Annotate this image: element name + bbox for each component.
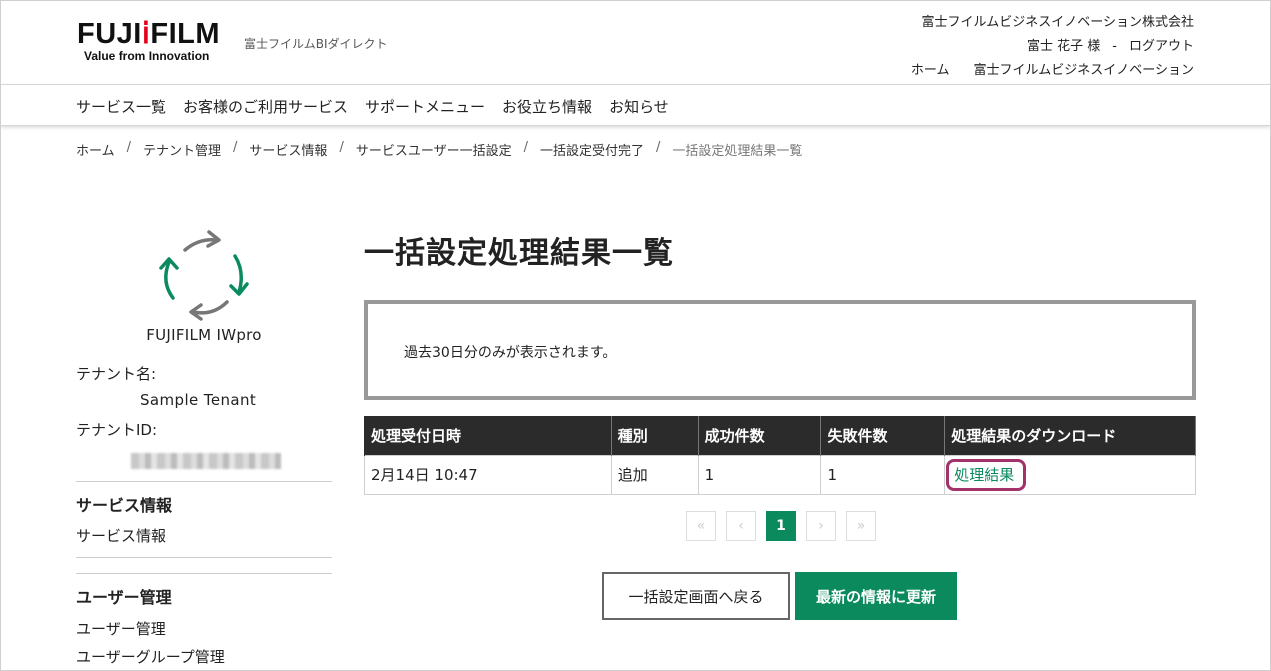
sidebar-link-service-info[interactable]: サービス情報 (76, 525, 166, 546)
sidebar-heading-service-info: サービス情報 (76, 496, 173, 515)
breadcrumb-home[interactable]: ホーム (76, 140, 115, 159)
nav-item-news[interactable]: お知らせ (609, 96, 669, 117)
breadcrumb-tenant-management[interactable]: テナント管理 (143, 140, 221, 159)
pager-first-button[interactable]: « (686, 511, 716, 541)
header-links: ホーム 富士フイルムビジネスイノベーション (911, 59, 1194, 83)
breadcrumb-bulk-settings[interactable]: サービスユーザー一括設定 (356, 140, 512, 159)
cell-datetime: 2月14日 10:47 (364, 454, 612, 495)
col-header-type: 種別 (610, 416, 699, 455)
logo-tagline: Value from Innovation (84, 49, 210, 63)
nav-item-useful-info[interactable]: お役立ち情報 (502, 96, 592, 117)
col-header-download: 処理結果のダウンロード (944, 416, 1196, 455)
logo-text-1: FUJI (77, 18, 142, 50)
col-header-failure: 失敗件数 (820, 416, 946, 455)
pager-last-button[interactable]: » (846, 511, 876, 541)
service-name: FUJIFILM IWpro (146, 326, 262, 344)
header-user-area: 富士フイルムビジネスイノベーション株式会社 富士 花子 様 - ログアウト ホーム 富… (911, 11, 1194, 83)
table-row: 2月14日 10:47 追加 1 1 処理結果 (364, 454, 1196, 495)
home-link[interactable]: ホーム (911, 63, 950, 78)
tenant-id-value-redacted (131, 453, 281, 469)
sidebar-heading-user-management: ユーザー管理 (76, 588, 172, 607)
pager-page-1[interactable]: 1 (766, 511, 796, 541)
breadcrumb-service-info[interactable]: サービス情報 (249, 140, 327, 159)
user-name: 富士 花子 様 (1027, 39, 1101, 54)
cell-failure: 1 (820, 454, 946, 495)
table-header-row: 処理受付日時 種別 成功件数 失敗件数 処理結果のダウンロード (364, 416, 1196, 455)
pager-next-button[interactable]: › (806, 511, 836, 541)
cell-download: 処理結果 (944, 454, 1196, 495)
notice-text: 過去30日分のみが表示されます。 (404, 345, 617, 361)
sidebar-divider (76, 557, 332, 558)
breadcrumb: ホーム / テナント管理 / サービス情報 / サービスユーザー一括設定 / 一括設定受… (76, 140, 803, 159)
page-frame: FUJIⅰFILM Value from Innovation 富士フイルムBI… (0, 0, 1271, 671)
download-result-link[interactable]: 処理結果 (946, 458, 1027, 491)
user-separator: - (1112, 39, 1117, 54)
col-header-datetime: 処理受付日時 (364, 416, 612, 455)
breadcrumb-current: 一括設定処理結果一覧 (672, 144, 803, 159)
company-name: 富士フイルムビジネスイノベーション株式会社 (921, 15, 1194, 30)
sync-arrows-icon (159, 230, 249, 321)
breadcrumb-bulk-complete[interactable]: 一括設定受付完了 (540, 140, 644, 159)
user-row: 富士 花子 様 - ログアウト (911, 35, 1194, 59)
nav-item-service-list[interactable]: サービス一覧 (76, 96, 166, 117)
refresh-button[interactable]: 最新の情報に更新 (795, 572, 957, 620)
global-nav: サービス一覧 お客様のご利用サービス サポートメニュー お役立ち情報 お知らせ (1, 84, 1270, 126)
site-name: 富士フイルムBIダイレクト (244, 37, 388, 51)
corporate-link[interactable]: 富士フイルムビジネスイノベーション (974, 63, 1194, 78)
logo-wordmark: FUJIⅰFILM (77, 19, 220, 49)
tenant-name-label: テナント名: (76, 365, 157, 383)
nav-item-my-services[interactable]: お客様のご利用サービス (183, 96, 348, 117)
page-title: 一括設定処理結果一覧 (364, 236, 674, 271)
sidebar-link-user-group-management[interactable]: ユーザーグループ管理 (76, 646, 225, 667)
cell-type: 追加 (610, 454, 699, 495)
nav-item-support-menu[interactable]: サポートメニュー (365, 96, 485, 117)
notice-box: 過去30日分のみが表示されます。 (364, 300, 1196, 400)
col-header-success: 成功件数 (697, 416, 822, 455)
tenant-id-label: テナントID: (76, 421, 158, 439)
site-header: FUJIⅰFILM Value from Innovation 富士フイルムBI… (1, 1, 1270, 84)
results-table: 処理受付日時 種別 成功件数 失敗件数 処理結果のダウンロード 2月14日 10… (364, 416, 1196, 495)
sidebar-divider (76, 481, 332, 482)
fujifilm-logo[interactable]: FUJIⅰFILM Value from Innovation (77, 19, 220, 63)
back-to-bulk-settings-button[interactable]: 一括設定画面へ戻る (602, 572, 790, 620)
logout-link[interactable]: ログアウト (1129, 39, 1194, 54)
logo-text-2: FILM (150, 18, 221, 50)
sidebar-link-user-management[interactable]: ユーザー管理 (76, 618, 166, 639)
sidebar-divider (76, 573, 332, 574)
cell-success: 1 (697, 454, 822, 495)
tenant-name-value: Sample Tenant (140, 391, 257, 409)
pager-prev-button[interactable]: ‹ (726, 511, 756, 541)
pagination: « ‹ 1 › » (686, 511, 886, 541)
